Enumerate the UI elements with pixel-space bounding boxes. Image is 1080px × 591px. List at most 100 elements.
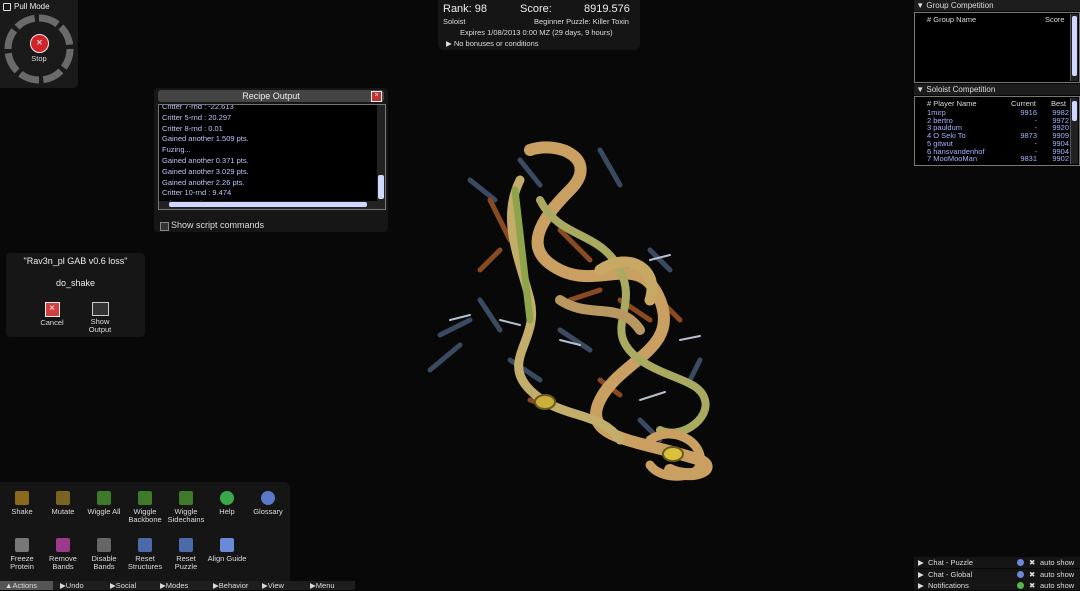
wiggle-sidechains-button[interactable]: Wiggle Sidechains [166,491,206,524]
auto-show-checkbox[interactable]: ✖ [1029,557,1035,568]
tool-label: Help [219,507,235,516]
tool-label: Mutate [51,507,75,516]
menu-actions[interactable]: ▲ Actions [0,581,53,590]
notifications-row[interactable]: ▶ Notifications ✖ auto show [914,580,1080,590]
menu-undo-label: Undo [65,581,84,590]
log-line: Gained another 0.371 pts. [162,156,249,165]
log-line: Gained another 2.26 pts. [162,177,245,187]
stop-icon[interactable]: × [30,34,49,53]
group-competition-header[interactable]: ▼ Group Competition [914,0,1080,11]
menu-undo[interactable]: ▶ Undo [60,581,84,590]
wiggle-all-button[interactable]: Wiggle All [84,491,124,516]
freeze-button[interactable]: Freeze Protein [2,538,42,571]
tool-label: Wiggle Sidechains [167,507,205,524]
wiggle-all-icon [97,491,111,505]
menu-social[interactable]: ▶ Social [110,581,136,590]
triangle-down-icon: ▼ [914,1,927,10]
tool-label: Shake [11,507,33,516]
chat-puzzle-label: Chat - Puzzle [928,558,974,567]
close-icon[interactable]: × [371,91,382,102]
cancel-label: Cancel [40,318,64,327]
mutate-button[interactable]: Mutate [43,491,83,516]
recipe-log-vscrollbar[interactable] [377,105,385,209]
log-line: Gained another 1.509 pts. [162,134,249,144]
tool-label: Reset Structures [127,554,163,571]
recipe-output-panel: Recipe Output × Critter 7-rnd : -22.613 C… [154,88,388,232]
info-icon [1017,571,1024,578]
triangle-down-icon: ▼ [914,85,927,94]
log-line: Fuzing... [162,145,191,155]
auto-show-label: auto show [1040,581,1075,590]
align-guide-icon [220,538,234,552]
score-panel: Rank: 98 Score: 8919.576 Soloist Beginne… [438,0,640,50]
soloist-competition-header[interactable]: ▼ Soloist Competition [914,84,1080,95]
group-competition-title: Group Competition [926,1,994,10]
soloist-list-scroll-thumb[interactable] [1072,101,1077,121]
menu-behavior[interactable]: ▶ Behavior [213,581,248,590]
menu-view-label: View [267,581,284,590]
bonuses-toggle[interactable]: ▶ No bonuses or conditions [446,39,539,48]
menu-modes[interactable]: ▶ Modes [160,581,188,590]
mutate-icon [56,491,70,505]
triangle-right-icon: ▶ [918,581,924,590]
recipe-output-log[interactable]: Critter 7-rnd : -22.613 Critter 5-rnd : 2… [158,104,386,210]
menu-menu-label: Menu [315,581,335,590]
cancel-icon: × [44,302,60,317]
remove-bands-button[interactable]: Remove Bands [43,538,83,571]
log-line: Critter 5-rnd : 20.297 [162,112,232,122]
group-list-scrollbar[interactable] [1070,14,1078,81]
group-score-header: Score [1045,15,1065,24]
disable-bands-button[interactable]: Disable Bands [84,538,124,571]
soloist-list-scrollbar[interactable] [1070,98,1078,164]
soloist-competition-list[interactable]: # Player Name Current Best 1mirp 9916 9982… [914,96,1080,166]
freeze-icon [15,538,29,552]
recipe-log-vscroll-thumb[interactable] [378,175,384,199]
show-script-label: Show script commands [171,220,265,230]
help-button[interactable]: Help [207,491,247,516]
recipe-log-hscrollbar[interactable] [159,201,377,209]
wiggle-backbone-button[interactable]: Wiggle Backbone [125,491,165,524]
soloist-competition-title: Soloist Competition [926,85,996,94]
recipe-output-titlebar[interactable]: Recipe Output × [158,90,384,102]
show-script-checkbox[interactable] [160,222,169,231]
help-icon [220,491,234,505]
group-competition-list[interactable]: # Group Name Score [914,12,1080,83]
info-icon [1017,559,1024,566]
glossary-button[interactable]: Glossary [248,491,288,516]
player-name: 7 MooMooMan [927,154,978,164]
disable-bands-icon [97,538,111,552]
shake-button[interactable]: Shake [2,491,42,516]
menu-modes-label: Modes [165,581,189,590]
remove-bands-icon [56,538,70,552]
show-output-button[interactable]: Show Output [86,302,114,334]
terminal-icon [91,302,109,316]
script-panel: "Rav3n_pl GAB v0.6 loss" do_shake × Canc… [6,253,145,337]
tool-label: Glossary [253,507,283,516]
reset-structures-button[interactable]: Reset Structures [125,538,165,571]
chat-puzzle-row[interactable]: ▶ Chat - Puzzle ✖ auto show [914,557,1080,568]
player-name-header: # Player Name [927,99,977,108]
auto-show-checkbox[interactable]: ✖ [1029,569,1035,580]
menu-view[interactable]: ▶ View [262,581,284,590]
cancel-button[interactable]: × Cancel [36,302,68,327]
notification-status-icon [1017,582,1024,589]
reset-structures-icon [138,538,152,552]
menu-menu[interactable]: ▶ Menu [310,581,335,590]
tool-label: Disable Bands [91,554,117,571]
group-list-scroll-thumb[interactable] [1072,16,1077,76]
menu-actions-label: Actions [12,581,38,590]
score-label: Score: [520,3,552,15]
align-guide-button[interactable]: Align Guide [207,538,247,563]
tool-label: Align Guide [207,554,247,563]
tool-label: Wiggle Backbone [128,507,162,524]
pull-mode-title: Pull Mode [14,2,50,11]
chat-global-row[interactable]: ▶ Chat - Global ✖ auto show [914,569,1080,580]
reset-puzzle-button[interactable]: Reset Puzzle [166,538,206,571]
log-line: Gained another 3.029 pts. [162,166,249,176]
shake-icon [15,491,29,505]
auto-show-checkbox[interactable]: ✖ [1029,580,1035,591]
tool-label: Remove Bands [49,554,77,571]
triangle-right-icon: ▶ [446,39,454,48]
recipe-output-title: Recipe Output [242,91,300,101]
recipe-log-hscroll-thumb[interactable] [169,202,367,207]
